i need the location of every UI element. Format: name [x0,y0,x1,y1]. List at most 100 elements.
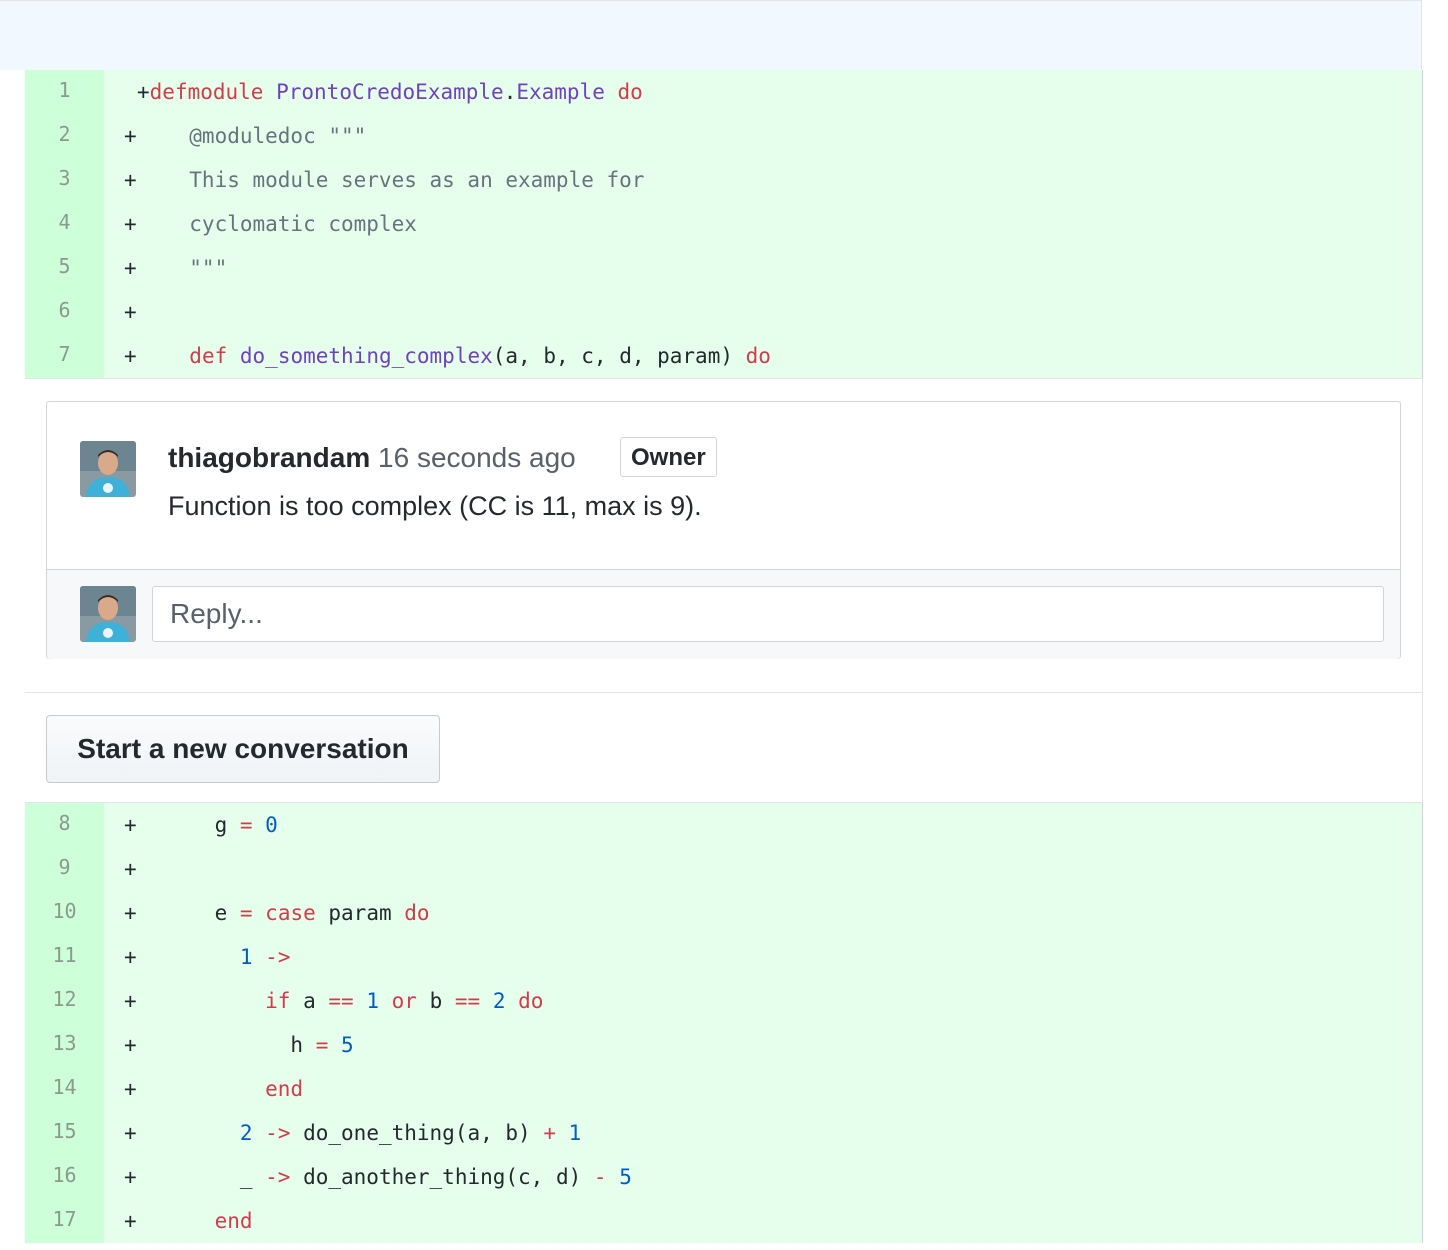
code-token: - [593,1165,607,1189]
line-number[interactable]: 9 [25,847,104,891]
code-token: 2 [492,989,506,1013]
line-number[interactable]: 1 [25,70,104,114]
code-token: cyclomatic complex [164,212,417,236]
line-number[interactable]: 4 [25,202,104,246]
line-number[interactable]: 11 [25,935,104,979]
diff-line[interactable]: 13 + h = 5 [25,1023,1422,1067]
diff-line[interactable]: 17 + end [25,1199,1422,1243]
diff-line[interactable]: 9 + [25,847,1422,891]
diff-line[interactable]: 2 + @moduledoc """ [25,114,1422,158]
diff-line[interactable]: 11 + 1 -> [25,935,1422,979]
code-token: + [543,1121,556,1145]
diff-line[interactable]: 4 + cyclomatic complex [25,202,1422,246]
code-token: Example [516,80,605,104]
comment-thread: thiagobrandam 16 seconds ago Owner Funct… [46,401,1401,659]
diff-block-top: 1 +defmodule ProntoCredoExample.Example d… [25,70,1423,378]
code-token: def [189,344,228,368]
line-number[interactable]: 7 [25,334,104,378]
code-token: 5 [341,1033,354,1057]
line-number[interactable]: 5 [25,246,104,290]
code-token: do [518,989,544,1013]
code-token: defmodule [149,80,264,104]
avatar[interactable] [80,586,136,642]
avatar-image [80,441,136,497]
code-content: h = 5 [164,1023,354,1067]
diff-line[interactable]: 15 + 2 -> do_one_thing(a, b) + 1 [25,1111,1422,1155]
added-marker: + [124,300,137,324]
diff-line[interactable]: 14 + end [25,1067,1422,1111]
diff-line[interactable]: 6 + [25,290,1422,334]
added-marker: + [124,124,137,148]
code-token: (a, b, c, d, param) [492,344,746,368]
line-number[interactable]: 8 [25,803,104,847]
code-content: if a == 1 or b == 2 do [164,979,543,1023]
code-token: b [416,989,455,1013]
code-token: end [265,1077,304,1101]
code-content: def do_something_complex(a, b, c, d, par… [164,334,771,378]
added-marker: + [124,344,137,368]
diff-line[interactable]: 10 + e = case param do [25,891,1422,935]
owner-badge: Owner [620,437,717,477]
line-number[interactable]: 17 [25,1199,104,1243]
start-new-conversation-button[interactable]: Start a new conversation [46,715,440,783]
code-content: +defmodule ProntoCredoExample.Example do [137,70,643,114]
line-number[interactable]: 10 [25,891,104,935]
diff-line[interactable]: 5 + """ [25,246,1422,290]
line-number[interactable]: 16 [25,1155,104,1199]
added-marker: + [124,1033,137,1057]
line-number[interactable]: 12 [25,979,104,1023]
code-token: do [745,344,771,368]
line-number[interactable]: 2 [25,114,104,158]
code-token: 0 [265,813,278,837]
code-token: if [265,989,291,1013]
diff-line[interactable]: 12 + if a == 1 or b == 2 do [25,979,1422,1023]
code-token: = [315,1033,329,1057]
code-token: == [328,989,354,1013]
code-token: end [214,1209,253,1233]
diff-line[interactable]: 7 + def do_something_complex(a, b, c, d, … [25,334,1422,378]
line-number[interactable]: 15 [25,1111,104,1155]
diff-line[interactable]: 8 + g = 0 [25,803,1422,847]
added-marker: + [124,857,137,881]
added-marker: + [124,256,137,280]
comment-timestamp[interactable]: 16 seconds ago [378,442,576,473]
line-number[interactable]: 3 [25,158,104,202]
line-number[interactable]: 13 [25,1023,104,1067]
code-content: end [164,1199,253,1243]
added-marker: + [124,989,137,1013]
added-marker: + [124,813,137,837]
added-marker: + [124,1077,137,1101]
avatar[interactable] [80,441,136,497]
code-token: == [454,989,481,1013]
line-number[interactable]: 14 [25,1067,104,1111]
reply-input[interactable] [152,586,1384,642]
inline-comment-area: thiagobrandam 16 seconds ago Owner Funct… [25,378,1423,803]
code-token: 1 [366,989,379,1013]
comment-header: thiagobrandam 16 seconds ago [168,438,576,478]
comment-author[interactable]: thiagobrandam [168,442,370,473]
code-token: e [164,901,240,925]
diff-line[interactable]: 16 + _ -> do_another_thing(c, d) - 5 [25,1155,1422,1199]
code-content: @moduledoc """ [164,114,366,158]
code-token: do_another_thing(c, d) [290,1165,594,1189]
code-content: 2 -> do_one_thing(a, b) + 1 [164,1111,581,1155]
code-token: This module serves as an example for [164,168,645,192]
line-number[interactable]: 6 [25,290,104,334]
diff-line[interactable]: 1 +defmodule ProntoCredoExample.Example d… [25,70,1422,114]
diff-line[interactable]: 3 + This module serves as an example for [25,158,1422,202]
code-token: do_something_complex [239,344,493,368]
code-token: 1 [239,945,253,969]
